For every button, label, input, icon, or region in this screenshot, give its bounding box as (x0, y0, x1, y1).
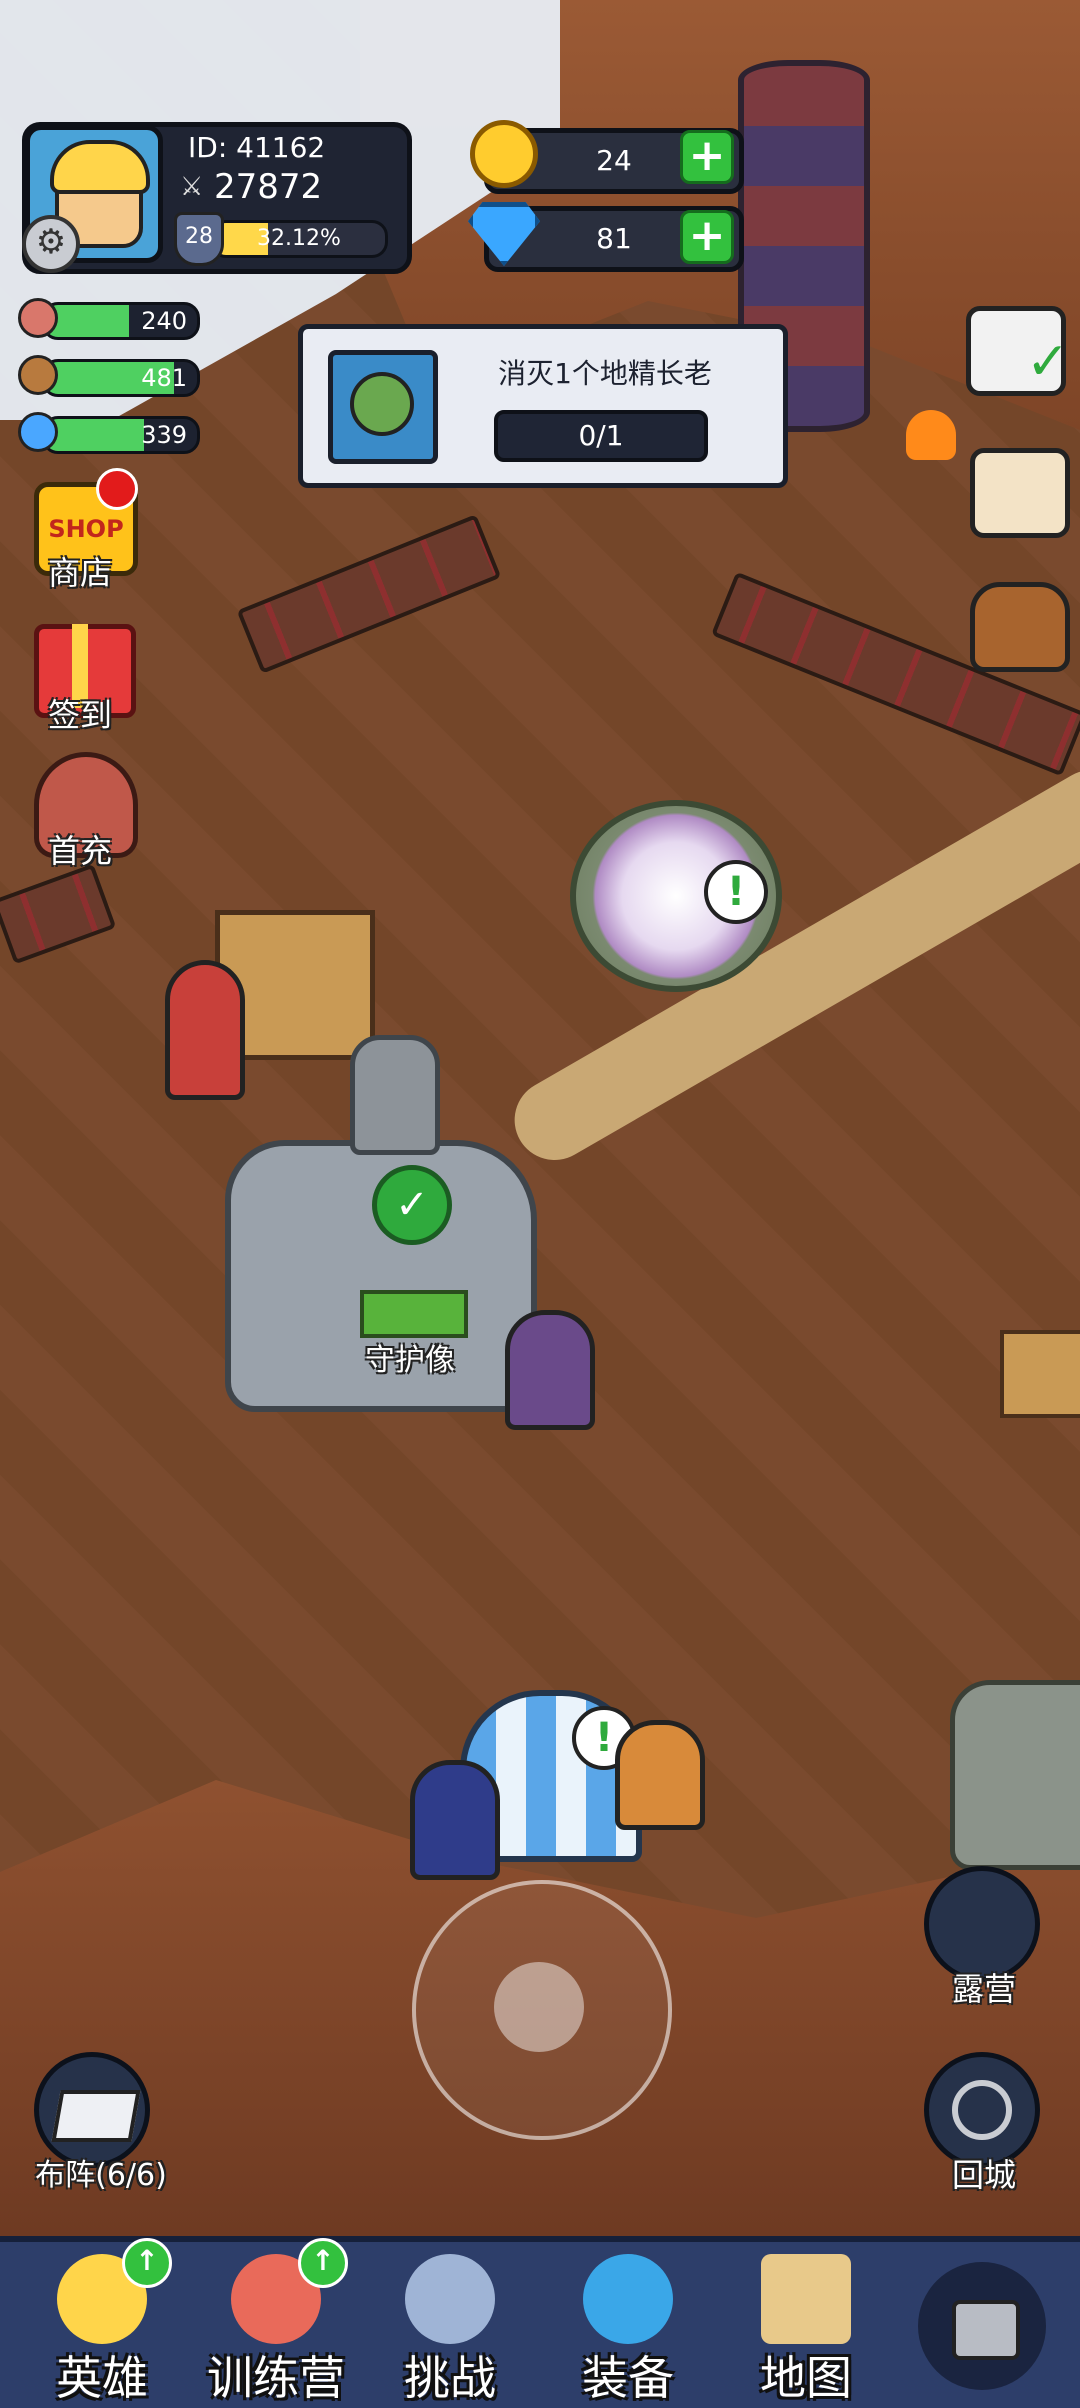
fence-far-left (0, 863, 117, 965)
signin-label[interactable]: 签到 (10, 690, 150, 736)
treasure-map-icon (761, 2254, 851, 2344)
hero-gunslinger[interactable] (505, 1310, 595, 1430)
game-scene: ! ✓ 守护像 ! ⚙ ID: 41162 ⚔ 27872 32.12% 28 … (0, 0, 1080, 2408)
check-icon: ✓ (372, 1165, 452, 1245)
first-recharge-label[interactable]: 首充 (10, 826, 150, 872)
swirl-portal-icon (952, 2080, 1012, 2140)
hero-red-fighter[interactable] (165, 960, 245, 1100)
campfire-icon (906, 410, 956, 460)
upgrade-arrow-icon: ↑ (298, 2238, 348, 2288)
level-shield-icon: 28 (174, 212, 224, 266)
crystal-bar-fill (45, 419, 144, 451)
hero-viking[interactable] (615, 1720, 705, 1830)
camp-label[interactable]: 露营 (914, 1964, 1054, 2010)
armor-icon (583, 2254, 673, 2344)
tab-challenge[interactable]: 挑战 (360, 2244, 540, 2408)
sword-shield-icon (405, 2254, 495, 2344)
tab-map[interactable]: 地图 (716, 2244, 896, 2408)
formation-label[interactable]: 布阵(6/6) (6, 2150, 196, 2194)
upgrade-arrow-icon: ↑ (122, 2238, 172, 2288)
add-gold-button[interactable]: + (680, 130, 734, 184)
meat-icon (18, 298, 58, 338)
crystal-icon (18, 412, 58, 452)
dirt-path (500, 755, 1080, 1175)
wood-icon (18, 355, 58, 395)
shop-icon-text: SHOP (48, 515, 124, 543)
tab-challenge-label: 挑战 (404, 2351, 496, 2405)
crystal-bar: 339 (42, 416, 200, 454)
player-id: ID: 41162 (188, 131, 326, 164)
crystal-value: 339 (141, 421, 187, 449)
tab-equipment[interactable]: 装备 (538, 2244, 718, 2408)
crystal-mine[interactable] (950, 1680, 1080, 1870)
wood-value: 481 (141, 364, 187, 392)
player-level: 28 (185, 224, 213, 249)
hero-dark-rogue[interactable] (410, 1760, 500, 1880)
tab-map-label: 地图 (760, 2351, 852, 2405)
statue-label: 守护像 (365, 1343, 455, 1378)
statue-sign (360, 1290, 468, 1338)
backpack-icon[interactable] (970, 582, 1070, 672)
quest-progress: 0/1 (494, 410, 708, 462)
tab-training[interactable]: ↑ 训练营 (186, 2238, 366, 2408)
shop-label[interactable]: 商店 (10, 548, 150, 594)
formation-board-icon (51, 2090, 141, 2142)
power-value: 27872 (214, 167, 323, 207)
power-swords-icon: ⚔ (180, 172, 204, 202)
portal-alert-icon[interactable]: ! (704, 860, 768, 924)
tab-heroes-label: 英雄 (56, 2351, 148, 2405)
xp-bar: 32.12% (210, 220, 388, 258)
goblin-face-icon (350, 372, 414, 436)
quest-title: 消灭1个地精长老 (498, 357, 712, 390)
xp-percent: 32.12% (257, 226, 341, 251)
settings-gear-icon[interactable]: ⚙ (22, 215, 80, 273)
add-diamond-button[interactable]: + (680, 210, 734, 264)
joystick-knob[interactable] (494, 1962, 584, 2052)
notice-board[interactable] (1000, 1330, 1080, 1418)
meat-value: 240 (141, 307, 187, 335)
mail-icon[interactable] (970, 448, 1070, 538)
wood-bar: 481 (42, 359, 200, 397)
gold-coin-icon (470, 120, 538, 188)
fence-left (236, 514, 502, 674)
shop-notification-dot (96, 468, 138, 510)
tab-heroes[interactable]: ↑ 英雄 (12, 2238, 192, 2408)
guardian-statue[interactable] (350, 1035, 440, 1155)
lock-icon (952, 2300, 1020, 2360)
tab-training-label: 训练营 (207, 2351, 345, 2405)
return-city-label[interactable]: 回城 (914, 2150, 1054, 2196)
avatar-hair (50, 140, 150, 194)
checkmark-icon: ✓ (1026, 332, 1070, 392)
meat-bar: 240 (42, 302, 200, 340)
tab-equipment-label: 装备 (582, 2351, 674, 2405)
